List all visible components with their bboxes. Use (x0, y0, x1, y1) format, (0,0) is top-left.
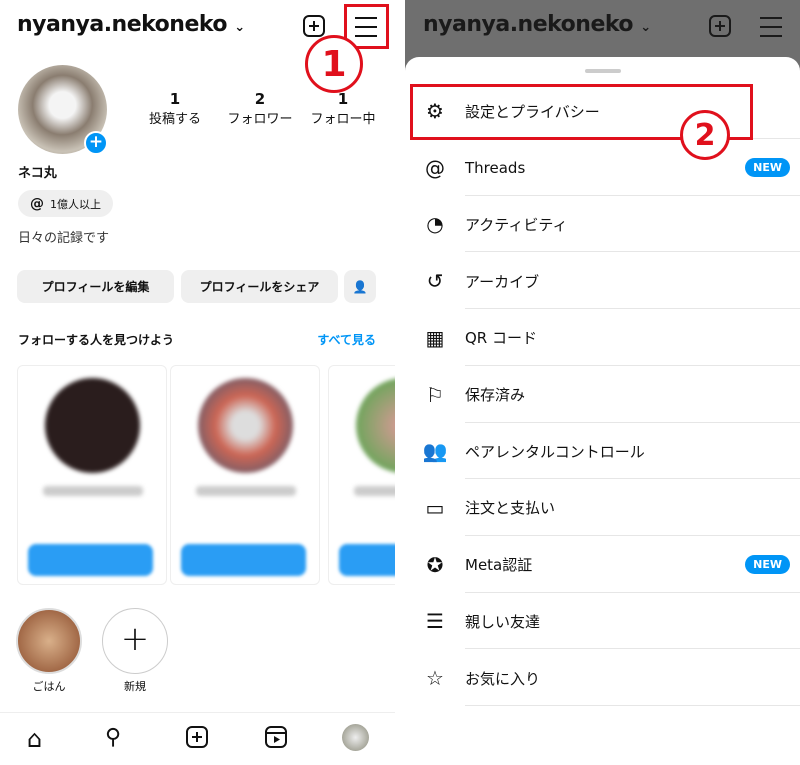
menu-item-activity[interactable]: ◔ アクティビティ (405, 196, 800, 253)
share-profile-button[interactable]: プロフィールをシェア (181, 270, 338, 303)
menu-sheet: ⚙ 設定とプライバシー @ Threads NEW ◔ アクティビティ ↺ アーカイブ ▦ QR コ… (405, 57, 800, 765)
edit-profile-button[interactable]: プロフィールを編集 (17, 270, 174, 303)
threads-icon: @ (425, 155, 445, 180)
archive-icon: ↺ (426, 269, 444, 294)
display-name: ネコ丸 (18, 166, 57, 181)
stat-followers[interactable]: 2 フォロワー (220, 90, 300, 127)
highlight-gohan[interactable] (16, 608, 82, 674)
reels-icon[interactable] (264, 725, 288, 753)
username-switcher[interactable]: nyanya.nekoneko ⌄ (17, 12, 245, 37)
menu-item-threads[interactable]: @ Threads NEW (405, 140, 800, 196)
menu-icon[interactable] (353, 15, 379, 39)
annotation-step-1: 1 (305, 35, 363, 93)
threads-badge[interactable]: @1億人以上 (18, 190, 113, 217)
bio: 日々の記録です (18, 231, 110, 246)
stat-following[interactable]: 1 フォロー中 (303, 90, 383, 127)
menu-item-archive[interactable]: ↺ アーカイブ (405, 253, 800, 310)
new-post-icon (709, 15, 731, 37)
see-all-link[interactable]: すべて見る (317, 331, 376, 348)
bottom-nav: ⌂ ⚲ (0, 712, 395, 765)
menu-item-star[interactable]: ☆ お気に入り (405, 650, 800, 706)
new-post-icon[interactable] (302, 14, 326, 38)
drag-handle[interactable] (585, 69, 621, 73)
create-icon[interactable] (185, 725, 209, 753)
star-icon: ☆ (426, 666, 444, 690)
suggestion-card[interactable] (170, 365, 320, 585)
menu-item-qr-code[interactable]: ▦ QR コード (405, 310, 800, 366)
add-person-icon[interactable]: 👤 (344, 270, 376, 303)
menu-icon (760, 17, 782, 37)
menu-item-verified[interactable]: ✪ Meta認証 NEW (405, 537, 800, 593)
threads-icon: @ (30, 195, 44, 212)
add-story-plus-icon[interactable]: + (84, 131, 108, 155)
suggestions-title: フォローする人を見つけよう (18, 333, 175, 347)
suggestion-card[interactable] (328, 365, 395, 585)
search-icon[interactable]: ⚲ (105, 725, 121, 750)
close-friends-icon: ☰ (426, 609, 444, 634)
chevron-down-icon: ⌄ (234, 20, 245, 35)
home-icon[interactable]: ⌂ (27, 725, 42, 753)
menu-item-credit-card[interactable]: ▭ 注文と支払い (405, 480, 800, 536)
menu-screen: nyanya.nekoneko ⌄ ⚙ 設定とプライバシー @ Threads NEW ◔… (405, 0, 800, 765)
chevron-down-icon: ⌄ (640, 20, 651, 35)
menu-item-parental-control[interactable]: 👥 ペアレンタルコントロール (405, 423, 800, 480)
credit-card-icon: ▭ (425, 495, 445, 520)
verified-icon: ✪ (426, 552, 444, 577)
menu-item-close-friends[interactable]: ☰ 親しい友達 (405, 593, 800, 650)
profile-tab-avatar[interactable] (342, 724, 369, 751)
new-badge: NEW (745, 555, 790, 575)
divider (465, 705, 800, 706)
annotation-step-2: 2 (680, 110, 730, 160)
bookmark-icon: ⚐ (426, 382, 444, 407)
suggestion-card[interactable] (17, 365, 167, 585)
activity-icon: ◔ (426, 212, 444, 237)
menu-item-bookmark[interactable]: ⚐ 保存済み (405, 367, 800, 423)
profile-screen: nyanya.nekoneko ⌄ 1 + 1 投稿する 2 フォロワー 1 フォロー… (0, 0, 395, 765)
new-highlight-plus-icon[interactable]: + (102, 608, 168, 674)
qr-code-icon: ▦ (425, 325, 445, 350)
stat-posts[interactable]: 1 投稿する (135, 90, 215, 127)
new-badge: NEW (745, 158, 790, 178)
parental-control-icon: 👥 (422, 439, 448, 464)
